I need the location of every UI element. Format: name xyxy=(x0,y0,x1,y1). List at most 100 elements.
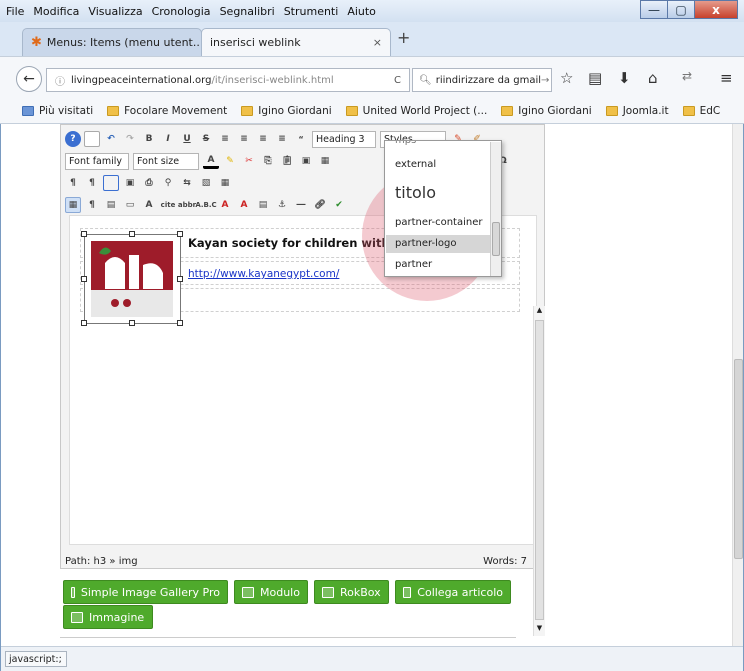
layer-icon[interactable]: ▭ xyxy=(122,197,138,213)
replace-icon[interactable]: ⇆ xyxy=(179,175,195,191)
home-icon[interactable]: ⌂ xyxy=(648,69,658,87)
content-link[interactable]: http://www.kayanegypt.com/ xyxy=(188,268,339,280)
visual-aid-icon[interactable]: ▦ xyxy=(65,197,81,213)
maximize-button[interactable]: ▢ xyxy=(667,0,695,19)
paste-icon[interactable]: 📋︎ xyxy=(279,153,295,169)
bookmark-star-icon[interactable]: ☆ xyxy=(560,69,573,87)
spellcheck-icon[interactable]: ✔ xyxy=(331,197,347,213)
reading-list-icon[interactable]: ▤ xyxy=(588,69,602,87)
scroll-down-icon[interactable]: ▼ xyxy=(534,624,545,635)
scroll-up-icon[interactable]: ▲ xyxy=(534,306,545,317)
preview-icon[interactable]: ▣ xyxy=(122,175,138,191)
tab-inserisci-weblink[interactable]: inserisci weblink × xyxy=(201,28,391,56)
bookmark-united-world[interactable]: United World Project (... xyxy=(345,105,487,117)
resize-handle[interactable] xyxy=(81,231,87,237)
table-icon[interactable]: ▦ xyxy=(217,175,233,191)
help-icon[interactable]: ? xyxy=(65,131,81,147)
new-tab-button[interactable]: + xyxy=(397,28,410,47)
fullscreen-icon[interactable] xyxy=(103,175,119,191)
copy-icon[interactable]: ⎘ xyxy=(260,153,276,169)
font-family-select[interactable]: Font family xyxy=(65,152,129,170)
underline-icon[interactable]: U xyxy=(179,131,195,147)
image-insert-icon[interactable]: ▧ xyxy=(198,175,214,191)
menu-cronologia[interactable]: Cronologia xyxy=(152,5,211,18)
resize-handle[interactable] xyxy=(129,320,135,326)
immagine-button[interactable]: Immagine xyxy=(63,605,153,629)
menu-modifica[interactable]: Modifica xyxy=(33,5,79,18)
new-document-icon[interactable] xyxy=(84,131,100,147)
style-option-partner-container[interactable]: partner-container xyxy=(395,217,482,228)
search-input[interactable]: 🔍︎ riindirizzare da gmail → xyxy=(412,68,552,92)
simple-image-gallery-button[interactable]: Simple Image Gallery Pro xyxy=(63,580,228,604)
element-path[interactable]: Path: h3 » img xyxy=(65,556,138,567)
text-color-icon[interactable]: A xyxy=(203,153,219,169)
print-icon[interactable]: ⎙ xyxy=(141,175,157,191)
resize-handle[interactable] xyxy=(81,320,87,326)
hr-icon[interactable]: ― xyxy=(293,197,309,213)
reload-icon[interactable]: C xyxy=(394,75,401,86)
bookmark-piu-visitati[interactable]: Più visitati xyxy=(22,105,93,117)
bookmark-joomla[interactable]: Joomla.it xyxy=(605,105,669,117)
align-right-icon[interactable]: ≡ xyxy=(255,131,271,147)
menu-aiuto[interactable]: Aiuto xyxy=(347,5,376,18)
rokbox-button[interactable]: RokBox xyxy=(314,580,389,604)
link-icon[interactable]: 🔗︎ xyxy=(312,197,328,213)
extension-icon[interactable]: ⇄ xyxy=(682,69,692,83)
redo-icon[interactable]: ↷ xyxy=(122,131,138,147)
template-icon[interactable]: ▤ xyxy=(103,197,119,213)
modulo-button[interactable]: Modulo xyxy=(234,580,308,604)
acronym-icon[interactable]: A.B.C xyxy=(195,197,216,213)
del-icon[interactable]: A xyxy=(217,197,233,213)
attributes-icon[interactable]: ▤ xyxy=(255,197,271,213)
bookmark-igino-2[interactable]: Igino Giordani xyxy=(501,105,592,117)
paragraph-rtl-icon[interactable]: ¶ xyxy=(84,175,100,191)
align-justify-icon[interactable]: ≡ xyxy=(274,131,290,147)
font-size-select[interactable]: Font size xyxy=(133,152,199,170)
abbr-icon[interactable]: abbr xyxy=(178,197,196,213)
tab-close-icon[interactable]: × xyxy=(373,36,382,49)
back-button[interactable]: ← xyxy=(16,66,42,92)
search-go-icon[interactable]: → xyxy=(541,75,549,86)
ins-icon[interactable]: A xyxy=(236,197,252,213)
paste-text-icon[interactable]: ▣ xyxy=(298,153,314,169)
close-window-button[interactable]: x xyxy=(694,0,738,19)
style-option-partner[interactable]: partner xyxy=(395,259,432,270)
style-option-titolo[interactable]: titolo xyxy=(395,183,436,202)
download-icon[interactable]: ⬇ xyxy=(618,69,631,87)
align-left-icon[interactable]: ≡ xyxy=(217,131,233,147)
hamburger-menu-icon[interactable]: ≡ xyxy=(720,69,733,87)
resize-handle[interactable] xyxy=(177,276,183,282)
strikethrough-icon[interactable]: S xyxy=(198,131,214,147)
paragraph-ltr-icon[interactable]: ¶ xyxy=(65,175,81,191)
bookmark-igino-1[interactable]: Igino Giordani xyxy=(241,105,332,117)
style-props-icon[interactable]: A xyxy=(141,197,157,213)
editor-scrollbar-thumb[interactable] xyxy=(535,320,544,620)
menu-visualizza[interactable]: Visualizza xyxy=(88,5,142,18)
resize-handle[interactable] xyxy=(81,276,87,282)
dropdown-scrollbar[interactable] xyxy=(490,142,501,276)
italic-icon[interactable]: I xyxy=(160,131,176,147)
page-scrollbar[interactable] xyxy=(732,124,743,646)
format-select[interactable]: Heading 3 xyxy=(312,130,376,148)
menu-file[interactable]: File xyxy=(6,5,24,18)
resize-handle[interactable] xyxy=(129,231,135,237)
anchor-icon[interactable]: ⚓ xyxy=(274,197,290,213)
highlight-color-icon[interactable]: ✎ xyxy=(222,153,238,169)
blockquote-icon[interactable]: “ xyxy=(293,131,309,147)
kayan-logo-image[interactable] xyxy=(81,231,183,326)
show-blocks-icon[interactable]: ¶ xyxy=(84,197,100,213)
style-option-external[interactable]: external xyxy=(395,159,436,170)
info-icon[interactable]: ⓘ xyxy=(55,73,65,88)
url-bar[interactable]: ⓘ livingpeaceinternational.org /it/inser… xyxy=(46,68,410,92)
undo-icon[interactable]: ↶ xyxy=(103,131,119,147)
page-scrollbar-thumb[interactable] xyxy=(734,359,743,559)
style-option-partner-logo[interactable]: partner-logo xyxy=(395,238,456,249)
bold-icon[interactable]: B xyxy=(141,131,157,147)
minimize-button[interactable]: — xyxy=(640,0,668,19)
tab-menus-items[interactable]: ✱ Menus: Items (menu utent... × xyxy=(22,28,213,56)
style-option-mps[interactable]: mps xyxy=(395,141,416,146)
dropdown-scrollbar-thumb[interactable] xyxy=(492,222,500,256)
collega-articolo-button[interactable]: Collega articolo xyxy=(395,580,511,604)
bookmark-focolare[interactable]: Focolare Movement xyxy=(107,105,227,117)
paste-word-icon[interactable]: ▦ xyxy=(317,153,333,169)
